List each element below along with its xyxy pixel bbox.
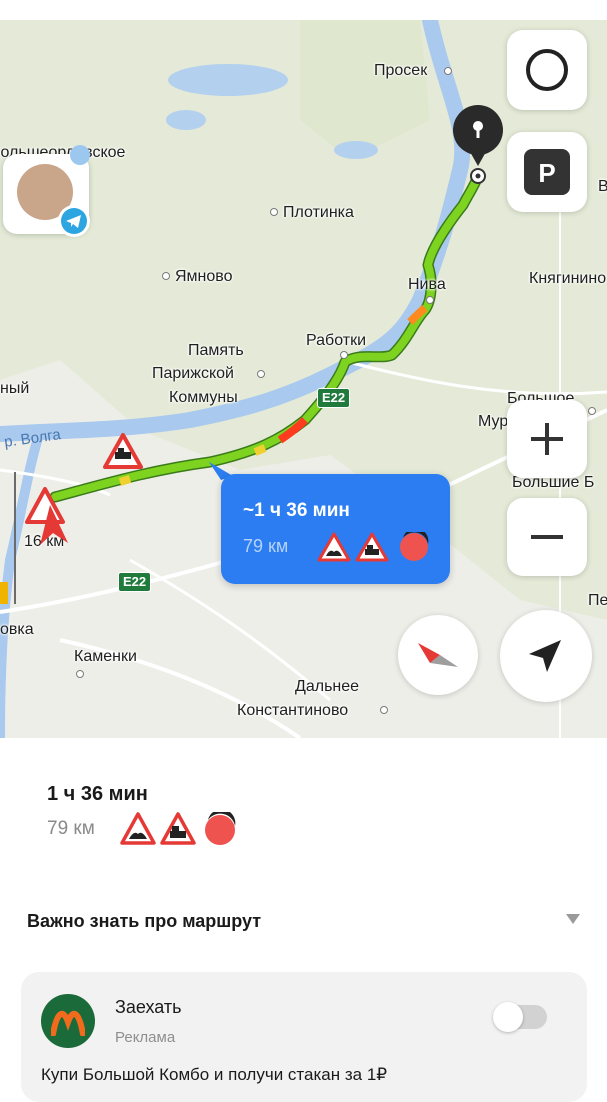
railway-crossing-icon xyxy=(160,812,196,845)
place-label: Дальнее xyxy=(295,678,360,695)
place-label: Каменки xyxy=(74,648,137,665)
scale-bar xyxy=(14,472,16,604)
place-label: Память xyxy=(188,342,244,359)
place-label: Просек xyxy=(374,62,428,79)
highway-shield: E22 xyxy=(317,388,351,408)
location-dot xyxy=(70,145,90,165)
compass-button[interactable] xyxy=(398,615,478,695)
settlement-dot xyxy=(340,351,348,359)
place-label: овка xyxy=(0,621,34,638)
origin-arrow-icon xyxy=(40,505,68,545)
toll-road-icon xyxy=(205,812,236,845)
alice-icon xyxy=(526,49,568,91)
route-distance: 79 км xyxy=(47,818,95,839)
svg-text:P: P xyxy=(538,158,555,188)
place-label: Нива xyxy=(408,276,446,293)
origin-marker xyxy=(0,582,8,604)
parking-button[interactable]: P xyxy=(507,132,587,212)
ad-card[interactable]: Заехать Реклама Купи Большой Комбо и пол… xyxy=(21,972,587,1102)
telegram-widget[interactable] xyxy=(3,154,90,237)
settlement-dot xyxy=(380,706,388,714)
place-label: В xyxy=(598,178,607,195)
settlement-dot xyxy=(162,272,170,280)
speed-bump-icon xyxy=(120,812,156,845)
place-label: Пе xyxy=(588,592,607,609)
settlement-dot xyxy=(270,208,278,216)
place-label: Ямново xyxy=(175,268,233,285)
highway-shield: E22 xyxy=(118,572,152,592)
toggle-knob xyxy=(493,1002,523,1032)
zoom-out-button[interactable] xyxy=(507,498,587,576)
settlement-dot xyxy=(444,67,452,75)
ad-text: Купи Большой Комбо и получи стакан за 1₽ xyxy=(41,1065,388,1084)
compass-icon xyxy=(418,643,458,667)
parking-icon: P xyxy=(524,149,570,195)
map-view[interactable]: Просек Большеорловское Плотинка Ямново Н… xyxy=(0,0,607,738)
ad-title: Заехать xyxy=(115,997,182,1017)
ad-toggle[interactable] xyxy=(493,1002,547,1032)
speed-bump-icon xyxy=(317,532,351,562)
settlement-dot xyxy=(257,370,265,378)
my-location-button[interactable] xyxy=(500,610,592,702)
important-route-info[interactable]: Важно знать про маршрут xyxy=(27,911,261,932)
settlement-dot xyxy=(426,296,434,304)
location-arrow-icon xyxy=(529,640,561,672)
ad-label: Реклама xyxy=(115,1029,176,1046)
toll-road-icon xyxy=(400,532,429,561)
place-label: Парижской xyxy=(152,365,234,382)
place-label: Плотинка xyxy=(283,204,354,221)
alice-button[interactable] xyxy=(507,30,587,110)
railway-crossing-icon[interactable] xyxy=(102,432,144,470)
place-label: Константиново xyxy=(237,702,349,719)
place-label: Коммуны xyxy=(169,389,238,406)
telegram-icon xyxy=(58,205,90,237)
place-label: Работки xyxy=(306,332,367,349)
settlement-dot xyxy=(588,407,596,415)
chevron-down-icon[interactable] xyxy=(566,914,580,924)
route-bubble[interactable]: ~1 ч 36 мин 79 км xyxy=(221,474,450,584)
top-bar xyxy=(0,0,607,20)
zoom-out-icon xyxy=(531,535,563,539)
brand-logo-icon xyxy=(41,994,95,1048)
zoom-in-button[interactable] xyxy=(507,400,587,478)
place-label: Княгинино xyxy=(529,270,607,287)
railway-crossing-icon xyxy=(355,532,389,562)
route-time: 1 ч 36 мин xyxy=(47,783,148,805)
destination-pin-icon[interactable] xyxy=(451,104,505,168)
route-distance: 79 км xyxy=(243,536,289,556)
place-label: ный xyxy=(0,380,30,397)
settlement-dot xyxy=(76,670,84,678)
zoom-in-icon xyxy=(531,423,563,455)
route-time: ~1 ч 36 мин xyxy=(243,500,350,521)
